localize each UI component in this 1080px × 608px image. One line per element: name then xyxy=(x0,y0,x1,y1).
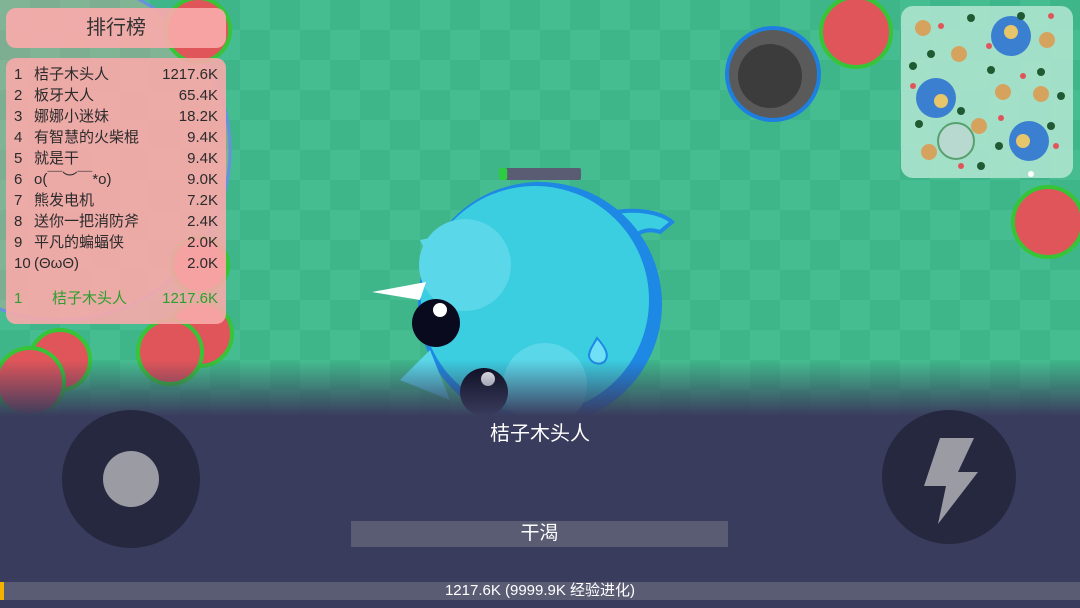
leaderboard-name: 桔子木头人 xyxy=(34,66,110,83)
leaderboard-score: 9.0K xyxy=(187,171,218,188)
movement-joystick[interactable] xyxy=(62,410,200,548)
leaderboard-row: 2 板牙大人 65.4K xyxy=(14,85,218,106)
leaderboard-name: 有智慧的火柴棍 xyxy=(34,129,140,146)
self-score: 1217.6K xyxy=(162,290,218,307)
leaderboard-score: 2.4K xyxy=(187,213,218,230)
leaderboard-rank: 8 xyxy=(14,213,23,230)
leaderboard-row: 6 o(￣︶￣*o) 9.0K xyxy=(14,169,218,190)
leaderboard-row: 7 熊发电机 7.2K xyxy=(14,190,218,211)
leaderboard-rank: 9 xyxy=(14,234,23,251)
player-water-bar xyxy=(499,168,581,180)
leaderboard-rank: 4 xyxy=(14,129,23,146)
leaderboard-title: 排行榜 xyxy=(6,8,226,48)
leaderboard-row: 9 平凡的蝙蝠侠 2.0K xyxy=(14,232,218,253)
minimap xyxy=(901,6,1073,178)
boost-button[interactable] xyxy=(882,410,1016,544)
leaderboard-name: 平凡的蝙蝠侠 xyxy=(34,234,125,251)
leaderboard-rank: 6 xyxy=(14,171,23,188)
leaderboard-self-row: 1 桔子木头人 1217.6K xyxy=(14,288,218,309)
leaderboard-row: 8 送你一把消防斧 2.4K xyxy=(14,211,218,232)
lightning-icon xyxy=(924,438,978,524)
xp-label: 1217.6K (9999.9K 经验进化) xyxy=(444,582,636,599)
leaderboard-name: 板牙大人 xyxy=(34,87,95,104)
leaderboard: 排行榜 1 桔子木头人 1217.6K 2 板牙大人 65.4K 3 娜娜小迷妹 18.2K 4 有… xyxy=(6,8,226,324)
leaderboard-score: 9.4K xyxy=(187,150,218,167)
leaderboard-score: 2.0K xyxy=(187,234,218,251)
leaderboard-rank: 1 xyxy=(14,66,23,83)
leaderboard-row: 10 (ΘωΘ) 2.0K xyxy=(14,253,218,274)
leaderboard-row: 4 有智慧的火柴棍 9.4K xyxy=(14,127,218,148)
leaderboard-row: 3 娜娜小迷妹 18.2K xyxy=(14,106,218,127)
joystick-knob[interactable] xyxy=(103,451,159,507)
leaderboard-rank: 5 xyxy=(14,150,23,167)
leaderboard-name: 熊发电机 xyxy=(34,192,95,209)
leaderboard-name: 送你一把消防斧 xyxy=(34,213,140,230)
leaderboard-score: 2.0K xyxy=(187,255,218,272)
burrow-hole xyxy=(725,26,821,122)
leaderboard-score: 7.2K xyxy=(187,192,218,209)
leaderboard-score: 18.2K xyxy=(178,108,218,125)
leaderboard-list: 1 桔子木头人 1217.6K 2 板牙大人 65.4K 3 娜娜小迷妹 18.2K 4 有智慧的火… xyxy=(6,58,226,324)
leaderboard-score: 1217.6K xyxy=(162,66,218,83)
leaderboard-name: o(￣︶￣*o) xyxy=(34,171,112,188)
leaderboard-rank: 7 xyxy=(14,192,23,209)
leaderboard-name: (ΘωΘ) xyxy=(34,255,80,272)
leaderboard-name: 娜娜小迷妹 xyxy=(34,108,110,125)
leaderboard-score: 65.4K xyxy=(178,87,218,104)
leaderboard-row: 5 就是干 9.4K xyxy=(14,148,218,169)
leaderboard-rank: 10 xyxy=(14,255,31,272)
minimap-ponds xyxy=(916,16,1049,161)
status-bar: 干渴 xyxy=(351,521,728,547)
self-name: 桔子木头人 xyxy=(52,290,128,307)
minimap-player-dot xyxy=(1028,171,1034,177)
leaderboard-score: 9.4K xyxy=(187,129,218,146)
leaderboard-row: 1 桔子木头人 1217.6K xyxy=(14,64,218,85)
self-rank: 1 xyxy=(14,290,23,307)
xp-bar: 1217.6K (9999.9K 经验进化) xyxy=(0,582,1080,600)
leaderboard-rank: 3 xyxy=(14,108,23,125)
leaderboard-name: 就是干 xyxy=(34,150,80,167)
leaderboard-rank: 2 xyxy=(14,87,23,104)
hud-fade xyxy=(0,360,1080,416)
